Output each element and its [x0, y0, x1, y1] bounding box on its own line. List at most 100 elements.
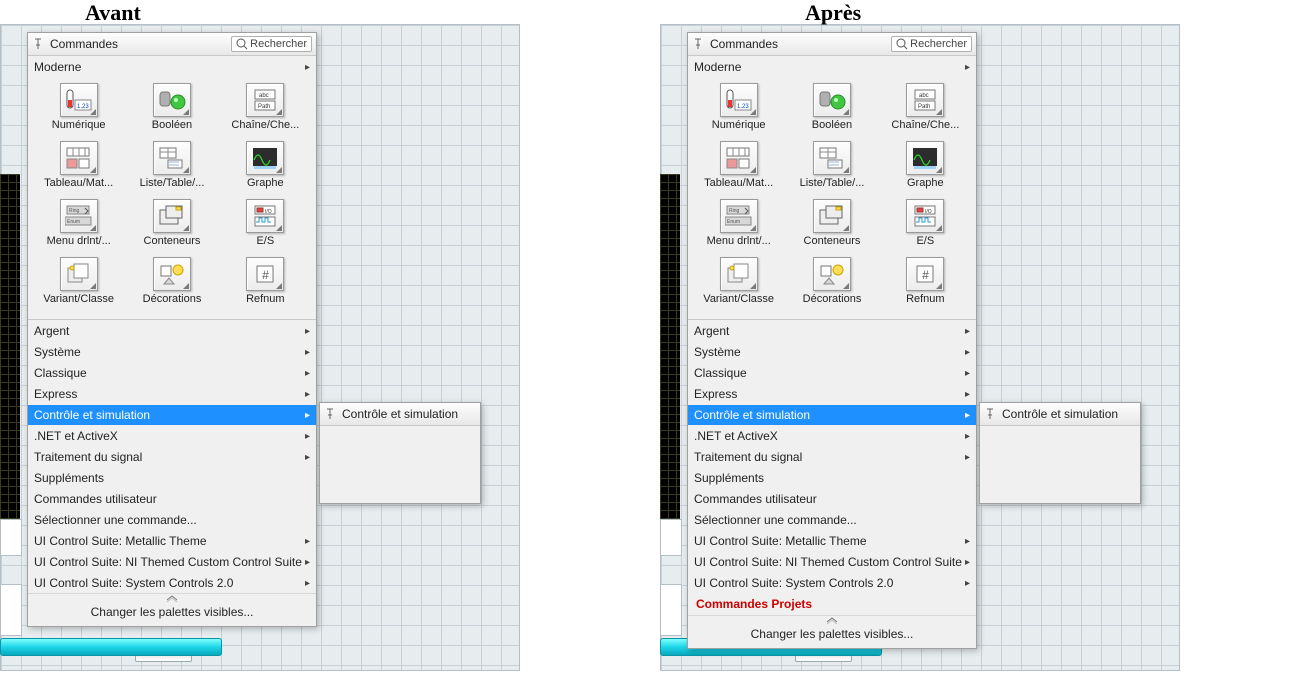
- palette-item-booleen[interactable]: Booléen: [125, 83, 218, 139]
- palette-item-label: Variant/Classe: [703, 293, 774, 305]
- palette-item-tableau[interactable]: Tableau/Mat...: [692, 141, 785, 197]
- svg-text:I/O: I/O: [265, 209, 272, 215]
- sub-palette-popup: Contrôle et simulation: [319, 402, 481, 504]
- search-label: Rechercher: [910, 38, 967, 50]
- svg-text:Enum: Enum: [727, 219, 740, 225]
- svg-text:#: #: [262, 268, 269, 282]
- palette-item-liste[interactable]: Liste/Table/...: [785, 141, 878, 197]
- sub-palette-title: Contrôle et simulation: [342, 407, 458, 421]
- palette-item-chaine[interactable]: abcPathChaîne/Che...: [879, 83, 972, 139]
- category-label: Argent: [694, 324, 729, 338]
- change-palettes-row[interactable]: Changer les palettes visibles...: [688, 624, 976, 648]
- refnum-icon: #: [906, 257, 944, 291]
- palette-item-conteneurs[interactable]: Conteneurs: [125, 199, 218, 255]
- chevron-right-icon: ▸: [965, 62, 970, 73]
- search-button[interactable]: Rechercher: [891, 36, 972, 52]
- category-row[interactable]: UI Control Suite: System Controls 2.0▸: [28, 572, 316, 593]
- palette-title: Commandes: [50, 37, 231, 51]
- category-row[interactable]: Express▸: [688, 383, 976, 404]
- palette-item-label: Menu drlnt/...: [707, 235, 771, 247]
- svg-text:#: #: [922, 268, 929, 282]
- category-row[interactable]: Sélectionner une commande...: [28, 509, 316, 530]
- palette-item-decorations[interactable]: Décorations: [125, 257, 218, 313]
- chevron-right-icon: ▸: [305, 536, 310, 547]
- chevron-right-icon: ▸: [965, 368, 970, 379]
- category-row[interactable]: Classique▸: [28, 362, 316, 383]
- palette-item-label: Conteneurs: [804, 235, 861, 247]
- change-palettes-row[interactable]: Changer les palettes visibles...: [28, 602, 316, 626]
- pin-icon[interactable]: [692, 37, 706, 51]
- category-row[interactable]: UI Control Suite: Metallic Theme▸: [28, 530, 316, 551]
- palette-item-numerique[interactable]: 1.23Numérique: [32, 83, 125, 139]
- category-label: Classique: [34, 366, 87, 380]
- category-row[interactable]: Argent▸: [28, 320, 316, 341]
- pin-icon[interactable]: [32, 37, 46, 51]
- palette-item-label: Refnum: [246, 293, 285, 305]
- category-row[interactable]: Système▸: [688, 341, 976, 362]
- category-row[interactable]: Suppléments: [28, 467, 316, 488]
- category-row[interactable]: Classique▸: [688, 362, 976, 383]
- palette-item-label: Tableau/Mat...: [44, 177, 113, 189]
- category-label: Moderne: [34, 60, 81, 74]
- palette-item-es[interactable]: I/OE/S: [219, 199, 312, 255]
- category-row[interactable]: UI Control Suite: Metallic Theme▸: [688, 530, 976, 551]
- category-label: Commandes utilisateur: [34, 492, 157, 506]
- category-row[interactable]: Système▸: [28, 341, 316, 362]
- decorations-icon: [813, 257, 851, 291]
- category-row[interactable]: Argent▸: [688, 320, 976, 341]
- pin-icon[interactable]: [324, 407, 338, 421]
- category-row[interactable]: Contrôle et simulation▸: [28, 404, 316, 425]
- category-row[interactable]: Suppléments: [688, 467, 976, 488]
- palette-item-liste[interactable]: Liste/Table/...: [125, 141, 218, 197]
- booleen-icon: [813, 83, 851, 117]
- category-row[interactable]: Contrôle et simulation▸: [688, 404, 976, 425]
- search-button[interactable]: Rechercher: [231, 36, 312, 52]
- category-row[interactable]: .NET et ActiveX▸: [688, 425, 976, 446]
- palette-item-menudrl[interactable]: RingEnumMenu drlnt/...: [692, 199, 785, 255]
- sub-palette-popup: Contrôle et simulation: [979, 402, 1141, 504]
- controls-palette: Commandes Rechercher Moderne▸ 1.23Numérique…: [687, 32, 977, 649]
- category-row[interactable]: .NET et ActiveX▸: [28, 425, 316, 446]
- palette-item-variant[interactable]: Variant/Classe: [692, 257, 785, 313]
- palette-item-menudrl[interactable]: RingEnumMenu drlnt/...: [32, 199, 125, 255]
- palette-item-refnum[interactable]: #Refnum: [879, 257, 972, 313]
- palette-item-graphe[interactable]: Graphe: [879, 141, 972, 197]
- category-row[interactable]: Commandes utilisateur: [28, 488, 316, 509]
- category-row[interactable]: UI Control Suite: NI Themed Custom Contr…: [688, 551, 976, 572]
- cyan-bar: [0, 638, 222, 656]
- palette-item-label: Booléen: [152, 119, 192, 131]
- palette-item-es[interactable]: I/OE/S: [879, 199, 972, 255]
- palette-item-variant[interactable]: Variant/Classe: [32, 257, 125, 313]
- conteneurs-icon: [153, 199, 191, 233]
- category-row[interactable]: Express▸: [28, 383, 316, 404]
- category-row[interactable]: Commandes utilisateur: [688, 488, 976, 509]
- palette-item-decorations[interactable]: Décorations: [785, 257, 878, 313]
- commandes-projets-row[interactable]: Commandes Projets: [688, 593, 976, 615]
- collapse-divider[interactable]: [28, 593, 316, 602]
- category-row[interactable]: Sélectionner une commande...: [688, 509, 976, 530]
- category-moderne[interactable]: Moderne▸: [688, 56, 976, 77]
- palette-item-numerique[interactable]: 1.23Numérique: [692, 83, 785, 139]
- pin-icon[interactable]: [984, 407, 998, 421]
- palette-item-chaine[interactable]: abcPathChaîne/Che...: [219, 83, 312, 139]
- category-row[interactable]: UI Control Suite: System Controls 2.0▸: [688, 572, 976, 593]
- chevron-right-icon: ▸: [305, 326, 310, 337]
- palette-title: Commandes: [710, 37, 891, 51]
- numerique-icon: 1.23: [60, 83, 98, 117]
- category-label: Traitement du signal: [694, 450, 802, 464]
- collapse-divider[interactable]: [688, 615, 976, 624]
- palette-item-graphe[interactable]: Graphe: [219, 141, 312, 197]
- palette-item-label: Chaîne/Che...: [231, 119, 299, 131]
- category-row[interactable]: Traitement du signal▸: [688, 446, 976, 467]
- palette-item-booleen[interactable]: Booléen: [785, 83, 878, 139]
- category-moderne[interactable]: Moderne▸: [28, 56, 316, 77]
- palette-item-refnum[interactable]: # Refnum: [219, 257, 312, 313]
- chevron-right-icon: ▸: [965, 410, 970, 421]
- palette-item-label: Tableau/Mat...: [704, 177, 773, 189]
- category-row[interactable]: UI Control Suite: NI Themed Custom Contr…: [28, 551, 316, 572]
- palette-item-conteneurs[interactable]: Conteneurs: [785, 199, 878, 255]
- category-label: UI Control Suite: NI Themed Custom Contr…: [34, 555, 302, 569]
- palette-item-label: Décorations: [143, 293, 202, 305]
- palette-item-tableau[interactable]: Tableau/Mat...: [32, 141, 125, 197]
- category-row[interactable]: Traitement du signal▸: [28, 446, 316, 467]
